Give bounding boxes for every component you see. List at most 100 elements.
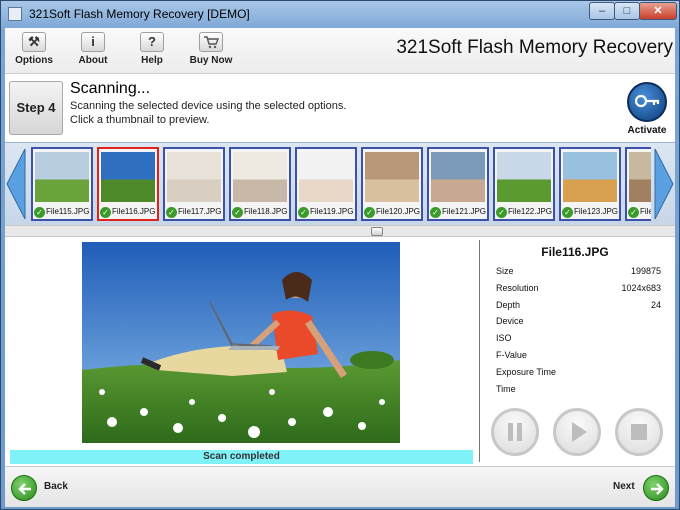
thumbnail-item[interactable]: ✓ File118.JPG xyxy=(229,147,291,221)
info-key: Exposure Time xyxy=(496,367,557,377)
thumbnail-image xyxy=(167,152,221,202)
info-value: 24 xyxy=(650,300,661,310)
thumbnail-item[interactable]: ✓ File123.JPG xyxy=(559,147,621,221)
info-key: Size xyxy=(496,266,514,276)
info-key: Depth xyxy=(496,300,521,310)
thumbnail-filename: File121.JPG xyxy=(442,207,487,216)
thumbnail-item[interactable]: ✓ File120.JPG xyxy=(361,147,423,221)
checkmark-icon: ✓ xyxy=(364,207,375,218)
toolbar: ⚒ Options i About ? Help Buy Now 321Soft… xyxy=(5,28,675,74)
thumbnail-item[interactable]: ✓ File116.JPG xyxy=(97,147,159,221)
app-window: 321Soft Flash Memory Recovery [DEMO] – □… xyxy=(0,0,680,510)
activate-label[interactable]: Activate xyxy=(623,125,671,136)
thumbnail-image xyxy=(101,152,155,202)
info-filename: File116.JPG xyxy=(541,245,609,259)
tools-icon: ⚒ xyxy=(22,32,46,52)
panel-divider xyxy=(479,240,480,462)
pause-button[interactable] xyxy=(491,408,539,456)
info-value: 1024x683 xyxy=(621,283,661,293)
pause-icon xyxy=(508,423,522,441)
thumbnail-image xyxy=(431,152,485,202)
back-arrow-icon[interactable] xyxy=(11,475,37,501)
thumbnail-filename: File122.JPG xyxy=(508,207,553,216)
thumbnail-filename: File117.JPG xyxy=(178,207,222,216)
thumbnail-image xyxy=(299,152,353,202)
step-panel: Step 4 Scanning... Scanning the selected… xyxy=(5,74,675,142)
checkmark-icon: ✓ xyxy=(298,207,309,218)
info-row-device: Device xyxy=(496,316,661,330)
info-row-size: Size 199875 xyxy=(496,266,661,280)
thumbnail-item[interactable]: ✓ File121.JPG xyxy=(427,147,489,221)
help-button[interactable]: ? Help xyxy=(125,32,179,72)
thumbnail-image xyxy=(365,152,419,202)
thumbnail-image xyxy=(497,152,551,202)
play-button[interactable] xyxy=(553,408,601,456)
checkmark-icon: ✓ xyxy=(34,207,45,218)
thumbnail-filename: File123.JPG xyxy=(574,207,619,216)
maximize-button[interactable]: □ xyxy=(614,2,640,20)
step-description-line-1: Scanning the selected device using the s… xyxy=(70,100,347,112)
checkmark-icon: ✓ xyxy=(628,207,639,218)
info-key: Resolution xyxy=(496,283,539,293)
thumbnail-item[interactable]: ✓ File117.JPG xyxy=(163,147,225,221)
next-button[interactable]: Next xyxy=(613,481,635,492)
about-label: About xyxy=(78,55,108,66)
close-button[interactable]: ✕ xyxy=(639,2,677,20)
navigation-bar: Back Next xyxy=(5,466,675,507)
cart-icon xyxy=(199,32,223,52)
thumbnail-image xyxy=(233,152,287,202)
info-key: Time xyxy=(496,384,516,394)
help-icon: ? xyxy=(140,32,164,52)
options-label: Options xyxy=(15,55,53,66)
app-heading: 321Soft Flash Memory Recovery xyxy=(396,37,673,58)
thumbnail-item[interactable]: ✓ File122.JPG xyxy=(493,147,555,221)
info-row-depth: Depth 24 xyxy=(496,300,661,314)
client-area: ⚒ Options i About ? Help Buy Now 321Soft… xyxy=(5,28,675,507)
thumbnail-filename: File116.JPG xyxy=(112,207,156,216)
scroll-right-arrow-icon[interactable] xyxy=(653,147,675,221)
info-row-f-value: F-Value xyxy=(496,350,661,364)
info-key: F-Value xyxy=(496,350,527,360)
thumbnail-list: ✓ File115.JPG ✓ File116.JPG ✓ File117.JPG ✓ Fil… xyxy=(31,147,651,221)
scrollbar-thumb[interactable] xyxy=(371,227,383,236)
preview-panel: Scan completed File116.JPG Size 199875 R… xyxy=(5,238,675,466)
thumbnail-item[interactable]: ✓ File119.JPG xyxy=(295,147,357,221)
thumbnail-image xyxy=(35,152,89,202)
minimize-button[interactable]: – xyxy=(589,2,615,20)
scroll-left-arrow-icon[interactable] xyxy=(5,147,27,221)
info-row-exposure-time: Exposure Time xyxy=(496,367,661,381)
stop-button[interactable] xyxy=(615,408,663,456)
about-button[interactable]: i About xyxy=(66,32,120,72)
window-title: 321Soft Flash Memory Recovery [DEMO] xyxy=(29,7,250,21)
info-icon: i xyxy=(81,32,105,52)
thumbnail-filename: File120.JPG xyxy=(376,207,421,216)
thumbnail-image xyxy=(629,152,651,202)
app-icon xyxy=(8,7,22,21)
thumbnail-strip: ✓ File115.JPG ✓ File116.JPG ✓ File117.JPG ✓ Fil… xyxy=(5,142,675,225)
scan-status-bar: Scan completed xyxy=(10,450,473,464)
info-key: ISO xyxy=(496,333,512,343)
thumbnail-scrollbar[interactable] xyxy=(5,225,675,237)
thumbnail-image xyxy=(563,152,617,202)
thumbnail-filename: File119.JPG xyxy=(310,207,354,216)
checkmark-icon: ✓ xyxy=(232,207,243,218)
options-button[interactable]: ⚒ Options xyxy=(7,32,61,72)
buy-now-button[interactable]: Buy Now xyxy=(184,32,238,72)
thumbnail-item[interactable]: ✓ File115.JPG xyxy=(31,147,93,221)
thumbnail-item[interactable]: ✓File124.JPG xyxy=(625,147,651,221)
key-icon[interactable] xyxy=(627,82,667,122)
info-row-iso: ISO xyxy=(496,333,661,347)
back-button[interactable]: Back xyxy=(44,481,68,492)
next-arrow-icon[interactable] xyxy=(643,475,669,501)
step-description-line-2: Click a thumbnail to preview. xyxy=(70,114,210,126)
checkmark-icon: ✓ xyxy=(562,207,573,218)
info-key: Device xyxy=(496,316,524,326)
info-value: 199875 xyxy=(630,266,661,276)
checkmark-icon: ✓ xyxy=(100,207,111,218)
thumbnail-filename: File115.JPG xyxy=(46,207,90,216)
title-bar[interactable]: 321Soft Flash Memory Recovery [DEMO] – □… xyxy=(1,1,679,27)
stop-icon xyxy=(631,424,647,440)
step-indicator-button[interactable]: Step 4 xyxy=(9,81,63,135)
preview-image xyxy=(82,242,400,443)
thumbnail-filename: File118.JPG xyxy=(244,207,288,216)
